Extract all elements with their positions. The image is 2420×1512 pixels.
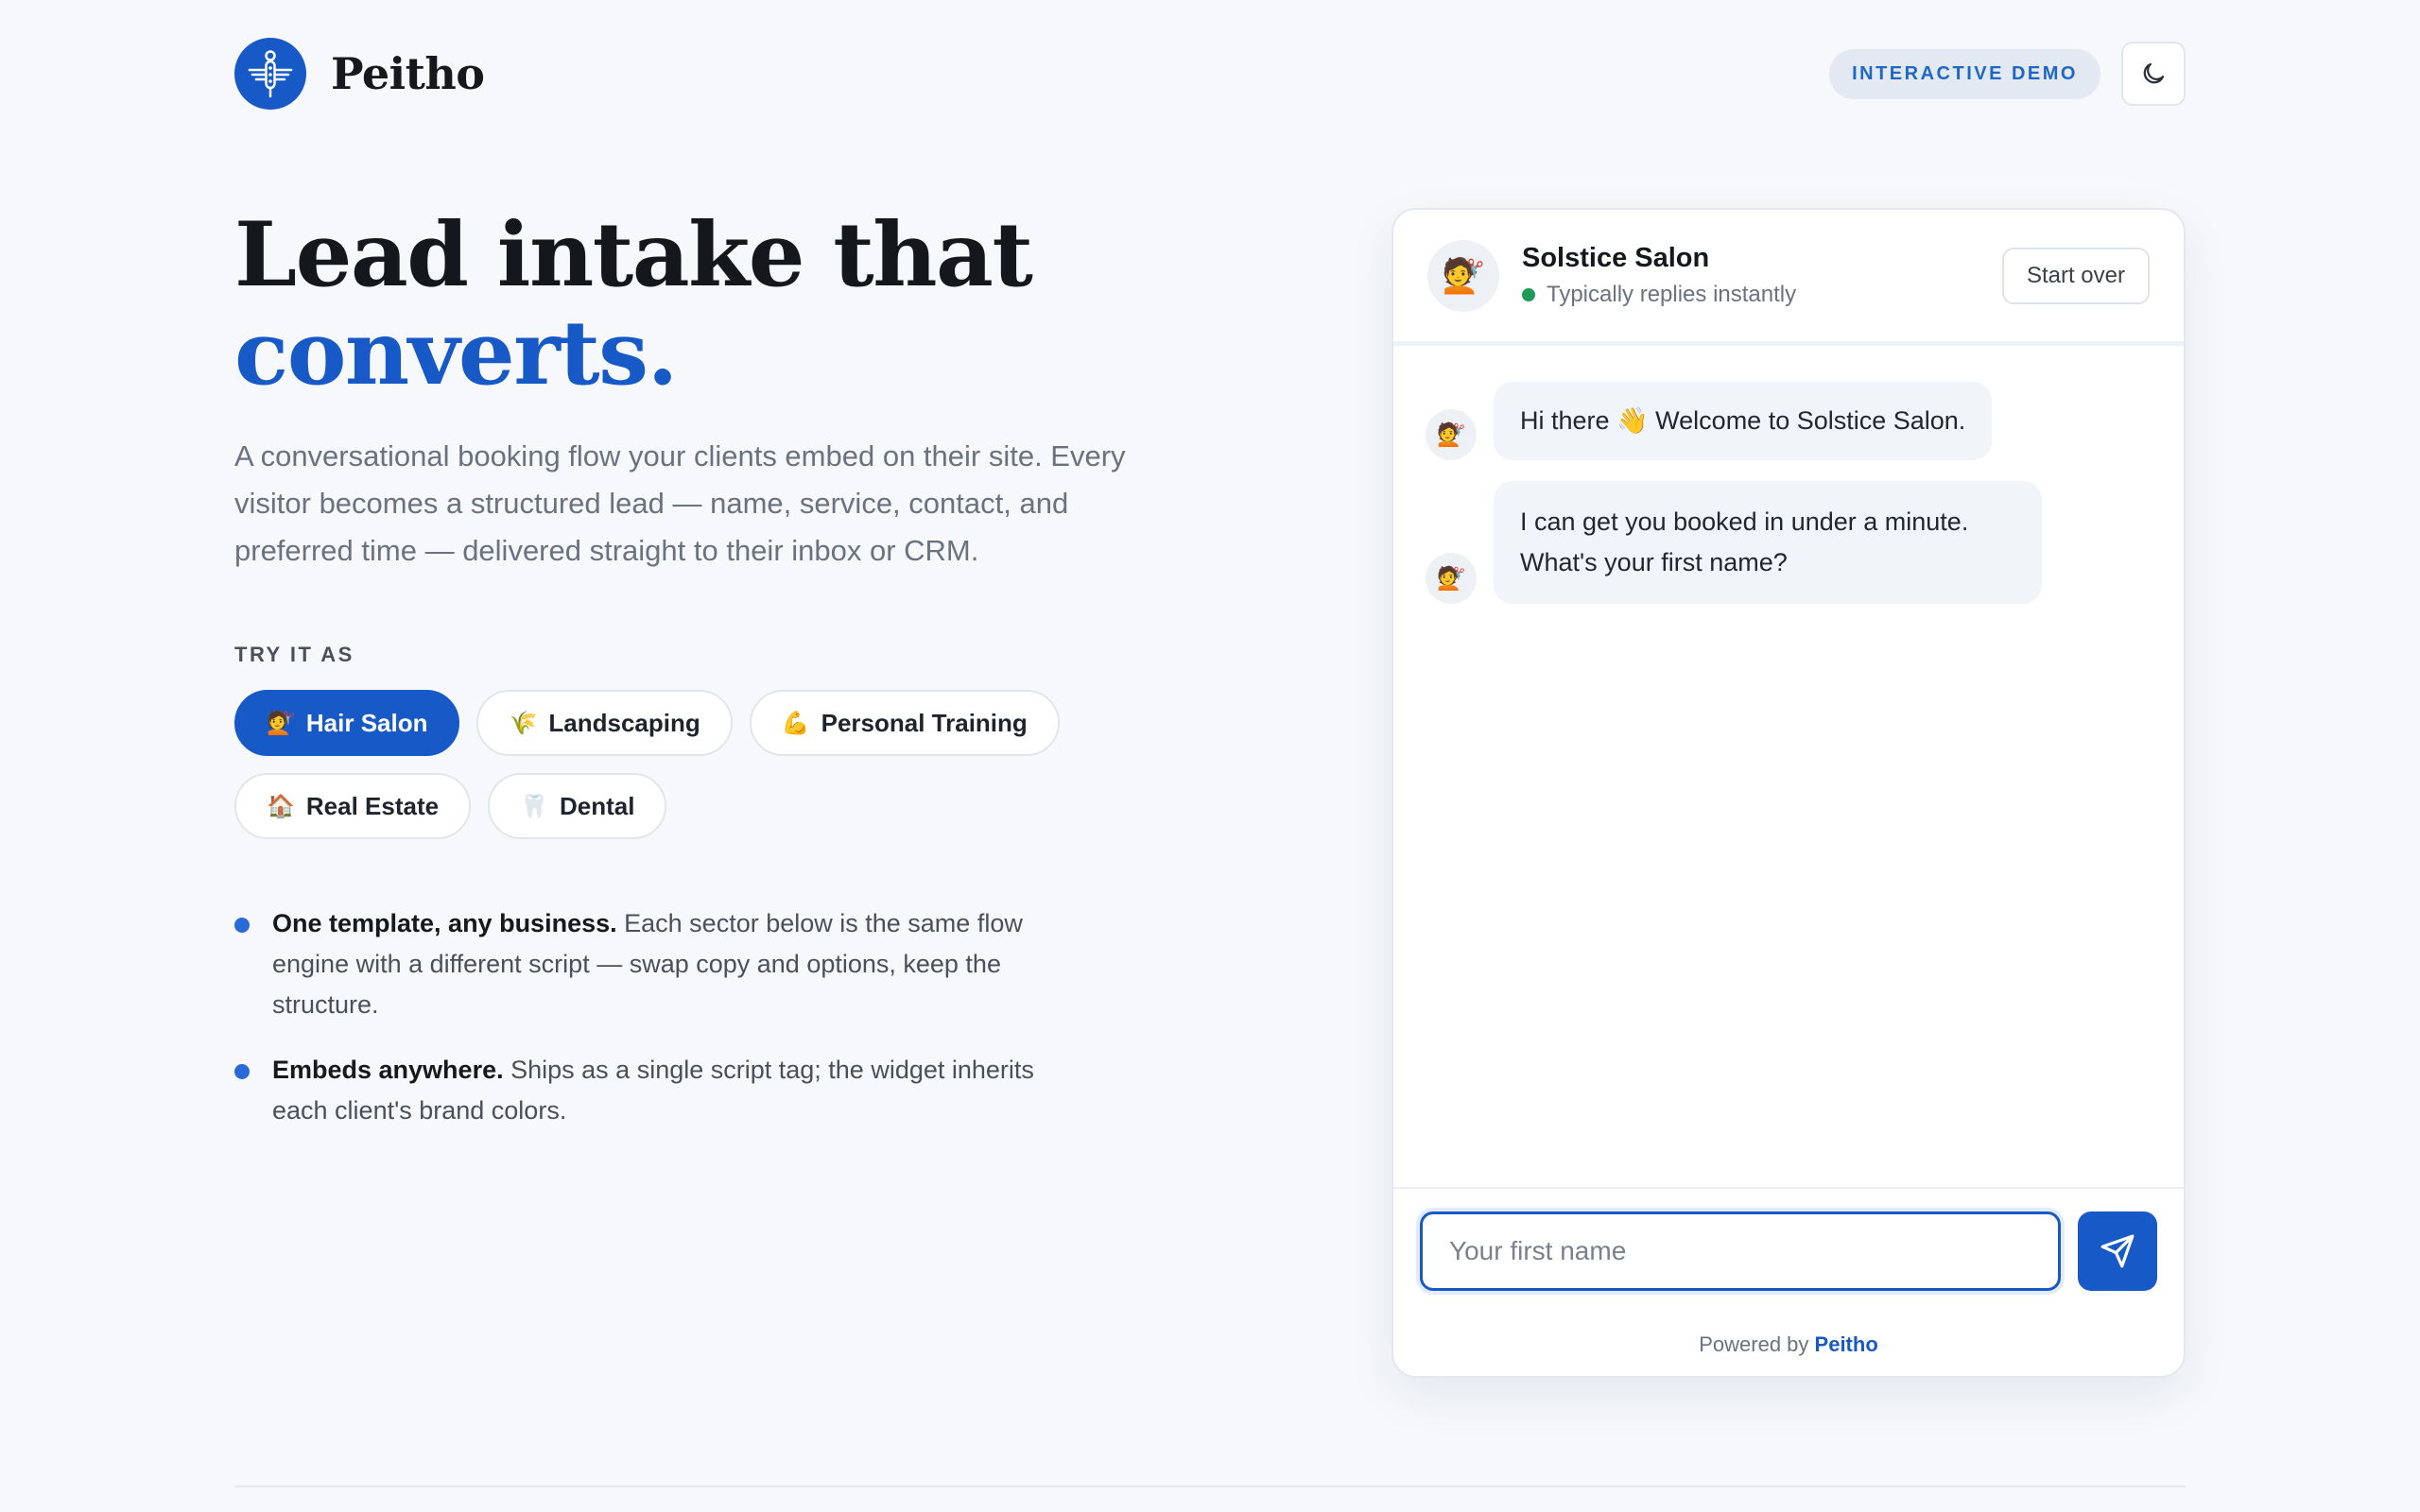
- bot-avatar: 💇: [1426, 409, 1477, 460]
- bullet-bold: One template, any business.: [272, 909, 617, 937]
- chip-hair-salon[interactable]: 💇 Hair Salon: [234, 690, 460, 756]
- hero-title-line1: Lead intake that: [234, 203, 1033, 307]
- moon-icon: [2143, 62, 2165, 84]
- brand-name: Peitho: [331, 48, 485, 99]
- business-name: Solstice Salon: [1522, 243, 1710, 273]
- first-name-input[interactable]: [1420, 1211, 2061, 1291]
- composer-row: [1420, 1211, 2157, 1291]
- bullet-text: One template, any business. Each sector …: [272, 903, 1066, 1025]
- send-icon: [2100, 1234, 2135, 1268]
- chip-label: Landscaping: [548, 708, 700, 737]
- hero-title-accent: converts.: [234, 301, 678, 405]
- message-list: 💇 Hi there 👋 Welcome to Solstice Salon. …: [1393, 346, 2184, 661]
- bullet-text: Embeds anywhere. Ships as a single scrip…: [272, 1050, 1066, 1131]
- theme-toggle-button[interactable]: [2121, 42, 2186, 106]
- chat-info: Solstice Salon Typically replies instant…: [1522, 243, 1979, 308]
- message-bubble: I can get you booked in under a minute. …: [1494, 481, 2042, 604]
- top-header: Peitho INTERACTIVE DEMO: [234, 38, 2186, 110]
- chip-label: Personal Training: [821, 708, 1028, 737]
- feature-bullet: One template, any business. Each sector …: [234, 903, 1066, 1025]
- flexed-biceps-icon: 💪: [781, 710, 810, 736]
- chip-landscaping[interactable]: 🌾 Landscaping: [476, 690, 733, 756]
- bot-message: 💇 I can get you booked in under a minute…: [1426, 481, 2152, 604]
- powered-by-link[interactable]: Peitho: [1815, 1332, 1878, 1356]
- chat-widget: 💇 Solstice Salon Typically replies insta…: [1392, 208, 2186, 1378]
- bot-avatar: 💇: [1426, 553, 1477, 604]
- send-button[interactable]: [2078, 1211, 2157, 1291]
- feature-bullets: One template, any business. Each sector …: [234, 903, 1066, 1131]
- hero-title: Lead intake that converts.: [234, 206, 1331, 403]
- chip-dental[interactable]: 🦷 Dental: [488, 773, 667, 839]
- tooth-icon: 🦷: [520, 793, 548, 819]
- hair-salon-icon: 💇: [267, 710, 295, 736]
- chat-header: 💇 Solstice Salon Typically replies insta…: [1393, 210, 2184, 346]
- sector-chips: 💇 Hair Salon 🌾 Landscaping 💪 Personal Tr…: [234, 690, 1293, 839]
- landscaping-icon: 🌾: [509, 710, 538, 736]
- chip-real-estate[interactable]: 🏠 Real Estate: [234, 773, 472, 839]
- house-icon: 🏠: [267, 793, 295, 819]
- try-it-as-label: TRY IT AS: [234, 643, 354, 666]
- header-actions: INTERACTIVE DEMO: [1829, 42, 2186, 106]
- bullet-bold: Embeds anywhere.: [272, 1056, 504, 1084]
- bullet-dot-icon: [234, 1064, 250, 1079]
- feature-bullet: Embeds anywhere. Ships as a single scrip…: [234, 1050, 1066, 1131]
- chat-status: Typically replies instantly: [1522, 282, 1979, 308]
- composer: Powered by Peitho: [1393, 1187, 2184, 1376]
- bot-message: 💇 Hi there 👋 Welcome to Solstice Salon.: [1426, 382, 2152, 460]
- powered-prefix: Powered by: [1699, 1332, 1809, 1356]
- interactive-demo-badge: INTERACTIVE DEMO: [1829, 48, 2100, 99]
- chip-personal-training[interactable]: 💪 Personal Training: [749, 690, 1060, 756]
- chip-label: Dental: [559, 791, 635, 820]
- hero-subtitle: A conversational booking flow your clien…: [234, 439, 1126, 567]
- message-bubble: Hi there 👋 Welcome to Solstice Salon.: [1494, 382, 1993, 460]
- footer-divider: [234, 1486, 2186, 1487]
- brand[interactable]: Peitho: [234, 38, 485, 110]
- status-text: Typically replies instantly: [1547, 282, 1797, 307]
- peitho-logo-icon: [234, 38, 306, 110]
- hero-section: Lead intake that converts. A conversatio…: [234, 206, 1331, 1156]
- chip-label: Hair Salon: [305, 708, 428, 737]
- chip-label: Real Estate: [305, 791, 440, 820]
- bullet-dot-icon: [234, 918, 250, 933]
- salon-avatar: 💇: [1427, 239, 1499, 312]
- online-status-icon: [1522, 288, 1535, 301]
- start-over-button[interactable]: Start over: [2001, 247, 2150, 304]
- powered-by: Powered by Peitho: [1420, 1332, 2157, 1357]
